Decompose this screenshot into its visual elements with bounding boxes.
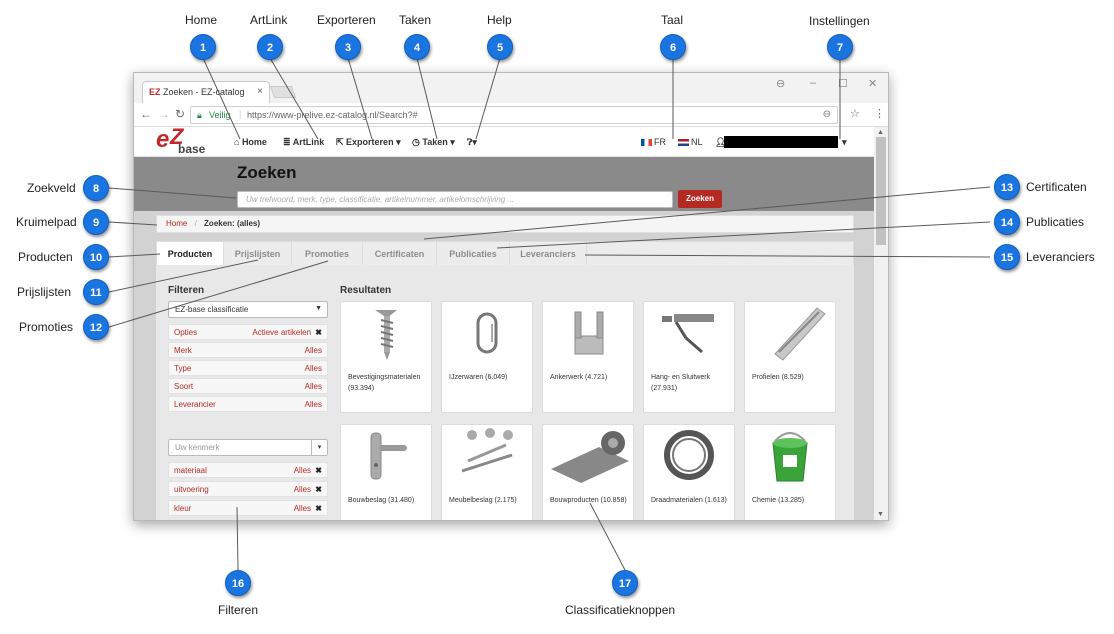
callout-label: Publicaties: [1026, 215, 1085, 229]
callout-badge: 11: [83, 279, 109, 305]
callout-label: Leveranciers: [1026, 250, 1095, 264]
callout-label: Help: [487, 13, 512, 27]
callout-badge: 15: [994, 244, 1020, 270]
callout-label: Exporteren: [317, 13, 376, 27]
callout-label: Prijslijsten: [17, 285, 72, 299]
annotated-screenshot: EZ Zoeken - EZ-catalog × ⊖ – ☐ ✕ ← → ↻ 🔒…: [0, 0, 1114, 634]
callout-label: Promoties: [19, 320, 74, 334]
callout-badge: 9: [83, 209, 109, 235]
callout-badge: 1: [190, 34, 216, 60]
callout-badge: 14: [994, 209, 1020, 235]
callout-label: ArtLink: [250, 13, 288, 27]
callout-badge: 10: [83, 244, 109, 270]
callout-badge: 8: [83, 175, 109, 201]
callout-badge: 3: [335, 34, 361, 60]
callout-badge: 4: [404, 34, 430, 60]
callout-badge: 16: [225, 570, 251, 596]
callout-label: Zoekveld: [27, 181, 76, 195]
callout-label: Taal: [661, 13, 684, 27]
callout-label: Home: [185, 13, 218, 27]
callout-badge: 2: [257, 34, 283, 60]
callout-label: Instellingen: [809, 14, 870, 28]
callout-label: Kruimelpad: [16, 215, 77, 229]
callout-label: Filteren: [218, 603, 259, 617]
callout-badge: 5: [487, 34, 513, 60]
callout-badge: 17: [612, 570, 638, 596]
callout-badge: 7: [827, 34, 853, 60]
callout-label: Producten: [18, 250, 73, 264]
callout-label: Classificatieknoppen: [565, 603, 676, 617]
callout-badge: 13: [994, 174, 1020, 200]
callout-label: Taken: [399, 13, 432, 27]
callout-badge: 6: [660, 34, 686, 60]
callout-badge: 12: [83, 314, 109, 340]
callout-lines: [108, 57, 991, 571]
callout-label: Certificaten: [1026, 180, 1087, 194]
